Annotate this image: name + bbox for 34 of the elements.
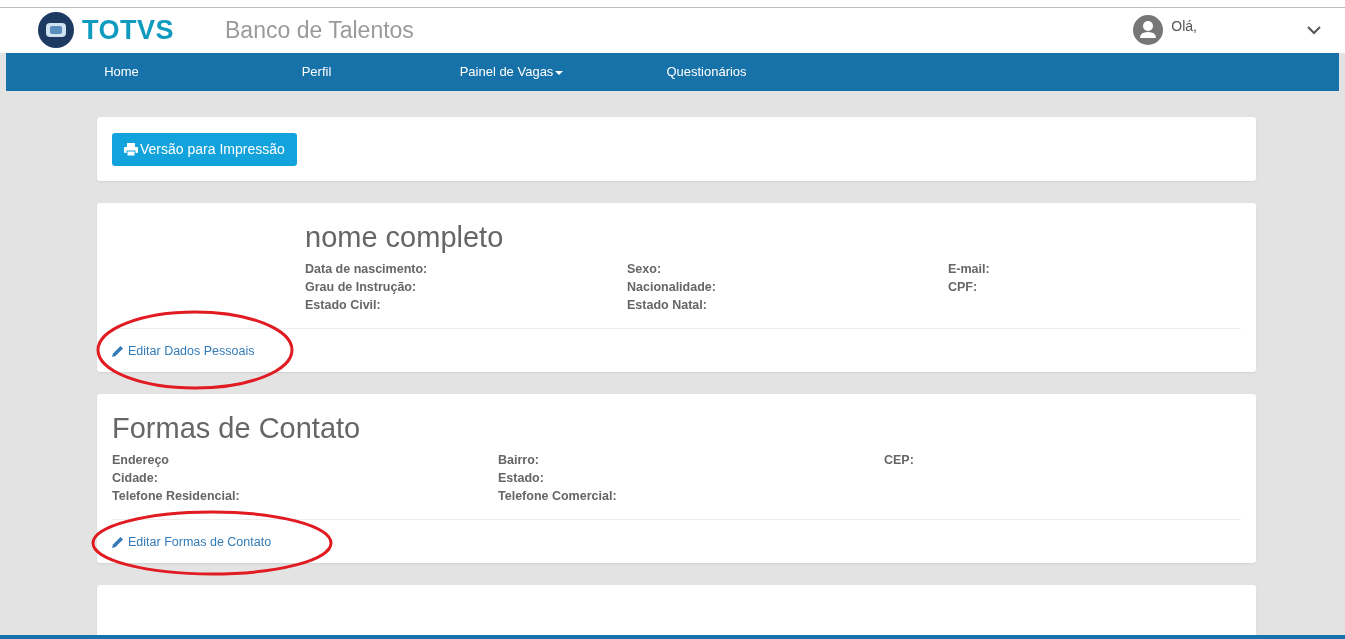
printer-icon [124, 142, 138, 156]
nav-link[interactable]: Perfil [219, 64, 414, 80]
logo-text: TOTVS [82, 14, 175, 46]
field-label: Cidade: [112, 470, 159, 487]
field-label: Grau de Instrução: [305, 279, 418, 296]
person-name: nome completo [305, 221, 505, 254]
field-label: Telefone Residencial: [112, 488, 241, 505]
chevron-down-icon[interactable] [1307, 25, 1321, 35]
greeting-text: Olá, [1171, 18, 1197, 35]
field-label: Estado Civil: [305, 297, 382, 314]
edit-link[interactable]: Editar Formas de Contato [112, 534, 272, 549]
field-label: Sexo: [627, 261, 663, 278]
user-avatar-icon[interactable] [1133, 15, 1164, 46]
section-title: Formas de Contato [112, 412, 362, 445]
field-label: Estado Natal: [627, 297, 708, 314]
field-label: Nacionalidade: [627, 279, 717, 296]
pencil-icon [112, 535, 124, 548]
field-label: Telefone Comercial: [498, 488, 618, 505]
edit-link[interactable]: Editar Dados Pessoais [112, 343, 255, 358]
logo-icon [38, 12, 74, 49]
field-label: Data de nascimento: [305, 261, 429, 278]
app-title: Banco de Talentos [225, 16, 414, 44]
caret-icon [555, 70, 564, 75]
field-label: Endereço [112, 452, 170, 469]
field-label: CEP: [884, 452, 915, 469]
field-label: CPF: [948, 279, 979, 296]
field-label: E-mail: [948, 261, 991, 278]
print-button[interactable]: Versão para Impressão [112, 132, 297, 166]
nav-link[interactable]: Painel de Vagas [414, 64, 609, 80]
pencil-icon [112, 344, 124, 357]
nav-link[interactable]: Home [24, 64, 219, 80]
field-label: Bairro: [498, 452, 540, 469]
nav-link[interactable]: Questionários [609, 64, 804, 80]
field-label: Estado: [498, 470, 545, 487]
